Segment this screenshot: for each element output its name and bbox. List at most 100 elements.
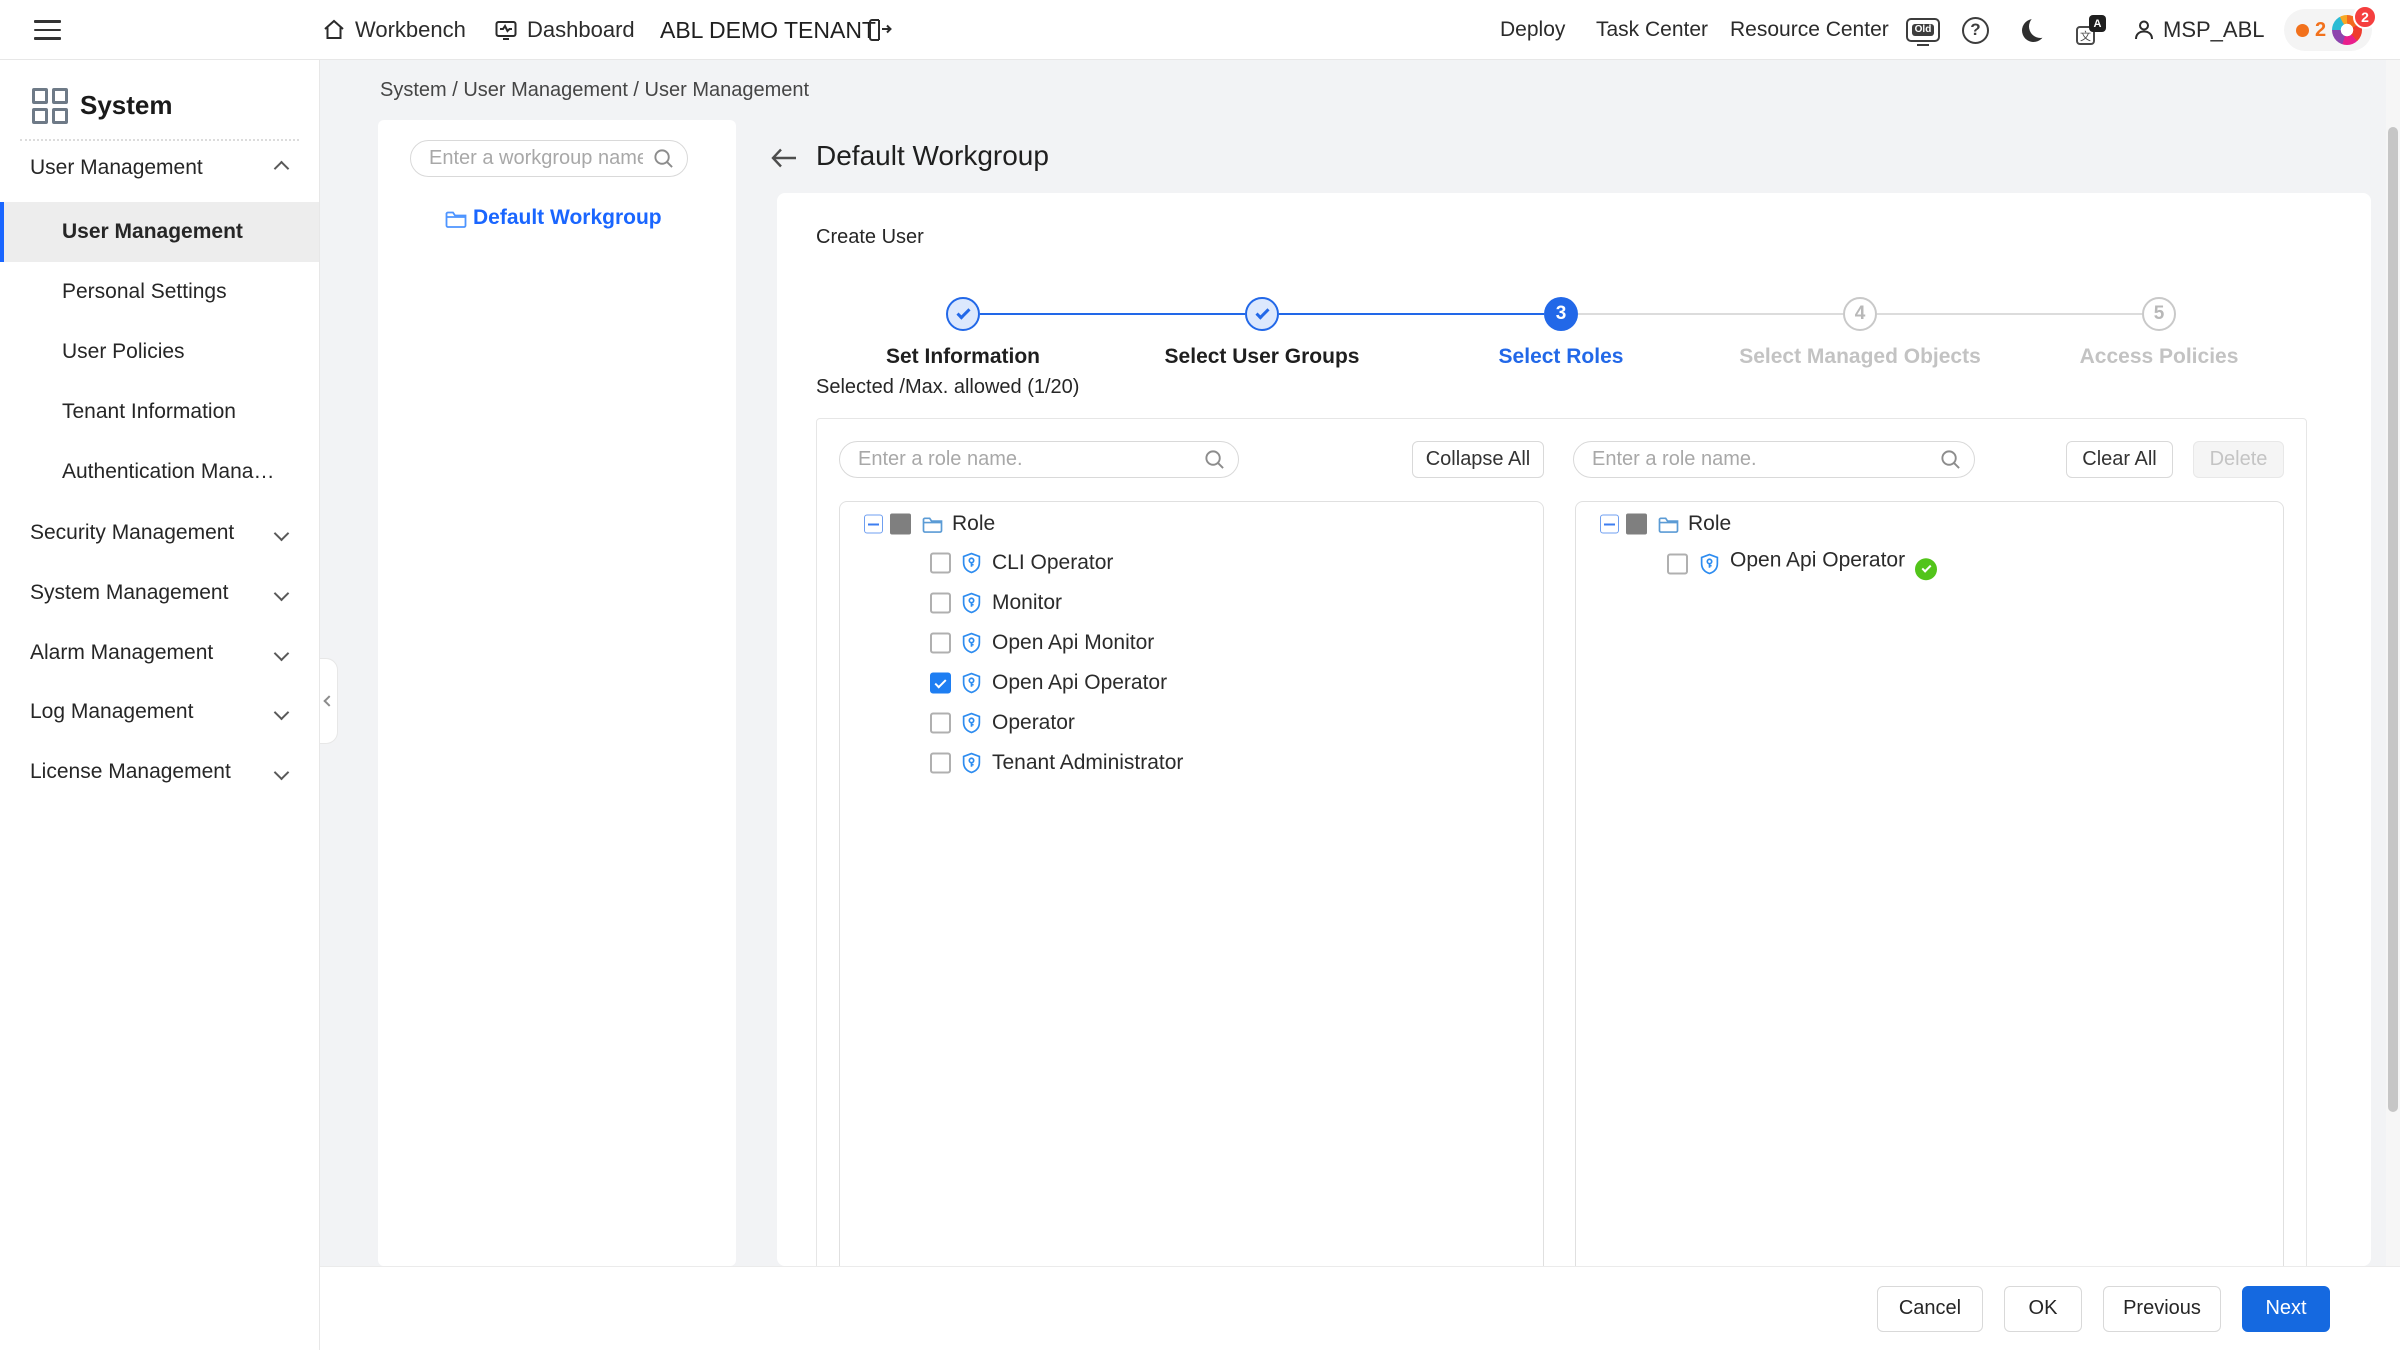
dashboard-icon <box>494 18 518 42</box>
menu-icon[interactable] <box>34 20 61 40</box>
role-shield-icon <box>962 633 981 654</box>
chevron-down-icon <box>274 764 290 780</box>
breadcrumb: System / User Management / User Manageme… <box>380 79 809 102</box>
search-icon <box>1940 449 1961 470</box>
role-row-open-api-monitor[interactable]: Open Api Monitor <box>840 623 1543 663</box>
dark-mode-icon[interactable] <box>2022 0 2045 60</box>
nav-dashboard-label: Dashboard <box>527 17 635 43</box>
workgroup-search-input[interactable] <box>410 140 688 177</box>
create-user-card: Create User Set Information Select User … <box>777 193 2371 1266</box>
system-grid-icon <box>32 88 68 124</box>
ok-button[interactable]: OK <box>2004 1286 2082 1332</box>
chevron-down-icon <box>274 704 290 720</box>
workgroup-list-item[interactable]: Default Workgroup <box>378 198 736 238</box>
role-search-right <box>1573 441 1975 478</box>
wizard-step-select-roles[interactable]: 3 Select Roles <box>1411 297 1711 369</box>
workgroup-panel: Default Workgroup <box>378 120 736 1266</box>
wizard-step-set-information[interactable]: Set Information <box>813 297 1113 369</box>
back-arrow-icon[interactable] <box>770 145 798 171</box>
wizard-step-select-user-groups[interactable]: Select User Groups <box>1112 297 1412 369</box>
tenant-switch-icon[interactable] <box>865 0 893 60</box>
chevron-down-icon <box>274 645 290 661</box>
cancel-button[interactable]: Cancel <box>1877 1286 1983 1332</box>
role-picker: Collapse All Clear All Delete Role CLI O… <box>816 418 2307 1266</box>
tenant-name: ABL DEMO TENANT <box>660 17 876 44</box>
chevron-down-icon <box>274 585 290 601</box>
step-number: 5 <box>2142 297 2176 331</box>
scrollbar-track[interactable] <box>2386 60 2400 1350</box>
nav-task-center[interactable]: Task Center <box>1596 0 1708 60</box>
role-row-open-api-operator-selected[interactable]: Open Api Operator <box>1576 544 2283 584</box>
nav-workbench[interactable]: Workbench <box>322 0 466 60</box>
sidebar: System User Management User Management P… <box>0 60 320 1350</box>
tenant-selector[interactable]: ABL DEMO TENANT <box>660 0 876 60</box>
status-dot <box>2296 24 2309 37</box>
collapse-all-button[interactable]: Collapse All <box>1412 441 1544 478</box>
user-icon <box>2132 18 2156 42</box>
sidebar-item-authentication[interactable]: Authentication Mana… <box>0 442 319 502</box>
tree-root-row[interactable]: Role <box>840 504 1543 544</box>
sidebar-divider <box>20 139 299 141</box>
scrollbar-thumb[interactable] <box>2388 127 2398 1112</box>
role-row-open-api-operator[interactable]: Open Api Operator <box>840 663 1543 703</box>
footer-bar: Cancel OK Previous Next <box>320 1266 2400 1350</box>
folder-icon <box>445 209 467 228</box>
role-shield-icon <box>1700 554 1719 575</box>
sidebar-item-tenant-information[interactable]: Tenant Information <box>0 382 319 442</box>
sidebar-group-security-management[interactable]: Security Management <box>0 519 320 547</box>
sidebar-item-personal-settings[interactable]: Personal Settings <box>0 262 319 322</box>
workgroup-search <box>410 140 688 177</box>
workgroup-label: Default Workgroup <box>473 206 662 230</box>
collapse-toggle-icon[interactable] <box>1600 515 1619 534</box>
previous-button[interactable]: Previous <box>2103 1286 2221 1332</box>
role-row-tenant-administrator[interactable]: Tenant Administrator <box>840 743 1543 783</box>
role-row-operator[interactable]: Operator <box>840 703 1543 743</box>
wizard-step-access-policies[interactable]: 5 Access Policies <box>2009 297 2309 369</box>
indeterminate-checkbox[interactable] <box>1626 514 1647 535</box>
role-shield-icon <box>962 593 981 614</box>
sidebar-item-user-policies[interactable]: User Policies <box>0 322 319 382</box>
role-shield-icon <box>962 753 981 774</box>
username: MSP_ABL <box>2163 17 2265 43</box>
sidebar-group-system-management[interactable]: System Management <box>0 579 320 607</box>
clear-all-button[interactable]: Clear All <box>2066 441 2173 478</box>
wizard-step-select-managed-objects[interactable]: 4 Select Managed Objects <box>1710 297 2010 369</box>
old-version-icon[interactable]: Old <box>1906 0 1940 60</box>
language-icon[interactable]: 文 A <box>2076 0 2106 60</box>
nav-resource-center[interactable]: Resource Center <box>1730 0 1889 60</box>
nav-deploy[interactable]: Deploy <box>1500 0 1565 60</box>
help-icon[interactable]: ? <box>1962 0 1989 60</box>
sidebar-group-user-management[interactable]: User Management <box>0 154 320 182</box>
next-button[interactable]: Next <box>2242 1286 2330 1332</box>
notification-pill[interactable]: 2 2 <box>2284 9 2372 51</box>
checkbox-checked[interactable] <box>930 673 951 694</box>
delete-button[interactable]: Delete <box>2193 441 2284 478</box>
role-search-right-input[interactable] <box>1573 441 1975 478</box>
role-row-monitor[interactable]: Monitor <box>840 583 1543 623</box>
step-number: 3 <box>1544 297 1578 331</box>
role-search-left <box>839 441 1239 478</box>
checkbox[interactable] <box>930 713 951 734</box>
role-shield-icon <box>962 553 981 574</box>
chevron-up-icon <box>274 160 290 176</box>
role-row-cli-operator[interactable]: CLI Operator <box>840 543 1543 583</box>
selected-roles-tree: Role Open Api Operator <box>1575 501 2284 1266</box>
sidebar-item-user-management[interactable]: User Management <box>0 202 319 262</box>
sidebar-collapse-handle[interactable] <box>320 658 338 744</box>
user-menu[interactable]: MSP_ABL <box>2132 0 2265 60</box>
sidebar-group-log-management[interactable]: Log Management <box>0 698 320 726</box>
checkbox[interactable] <box>930 593 951 614</box>
tree-root-row[interactable]: Role <box>1576 504 2283 544</box>
role-search-left-input[interactable] <box>839 441 1239 478</box>
sidebar-group-license-management[interactable]: License Management <box>0 758 320 786</box>
indeterminate-checkbox[interactable] <box>890 514 911 535</box>
sidebar-group-alarm-management[interactable]: Alarm Management <box>0 639 320 667</box>
tree-root-label: Role <box>952 512 995 536</box>
nav-dashboard[interactable]: Dashboard <box>494 0 635 60</box>
collapse-toggle-icon[interactable] <box>864 515 883 534</box>
checkbox[interactable] <box>930 753 951 774</box>
checkbox[interactable] <box>930 553 951 574</box>
checkbox[interactable] <box>930 633 951 654</box>
checkbox[interactable] <box>1667 554 1688 575</box>
home-icon <box>322 18 346 42</box>
